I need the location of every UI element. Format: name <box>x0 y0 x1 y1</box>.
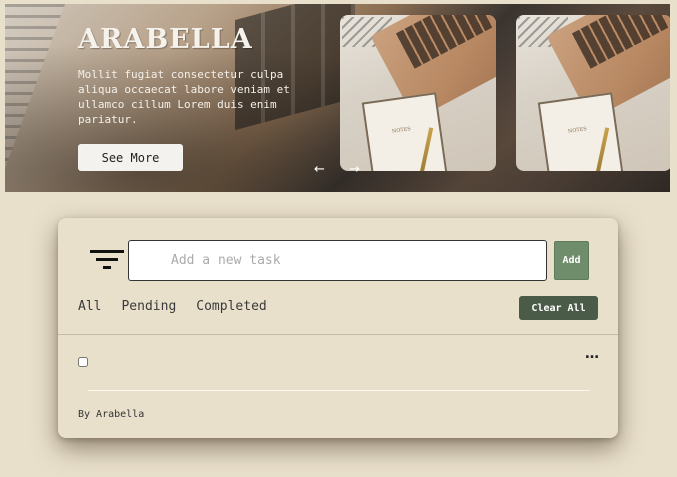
more-options-icon[interactable]: … <box>585 346 599 362</box>
filter-tabs: All Pending Completed <box>78 299 267 314</box>
hero-description: Mollit fugiat consectetur culpa aliqua o… <box>78 68 290 126</box>
slide-thumbnail-1[interactable]: NOTES <box>340 15 496 171</box>
divider <box>58 334 618 335</box>
task-input[interactable] <box>128 240 547 281</box>
hero-banner: ARABELLA Mollit fugiat consectetur culpa… <box>5 4 670 192</box>
tab-pending[interactable]: Pending <box>121 299 176 314</box>
tab-all[interactable]: All <box>78 299 101 314</box>
see-more-button[interactable]: See More <box>78 144 183 171</box>
filter-icon[interactable] <box>90 250 124 272</box>
arrow-right-icon[interactable]: → <box>349 162 360 177</box>
slide-thumbnail-2[interactable]: NOTES <box>516 15 670 171</box>
clear-all-button[interactable]: Clear All <box>519 296 598 320</box>
notebook-image: NOTES <box>537 92 626 171</box>
arrow-left-icon[interactable]: ← <box>314 162 325 177</box>
task-checkbox[interactable] <box>78 357 88 367</box>
hero-title: ARABELLA <box>78 24 253 55</box>
todo-card: Add All Pending Completed Clear All … By… <box>58 218 618 438</box>
footer-credit: By Arabella <box>78 409 145 420</box>
tab-completed[interactable]: Completed <box>196 299 266 314</box>
add-button[interactable]: Add <box>554 241 589 280</box>
notebook-image: NOTES <box>361 92 450 171</box>
divider <box>88 390 590 391</box>
